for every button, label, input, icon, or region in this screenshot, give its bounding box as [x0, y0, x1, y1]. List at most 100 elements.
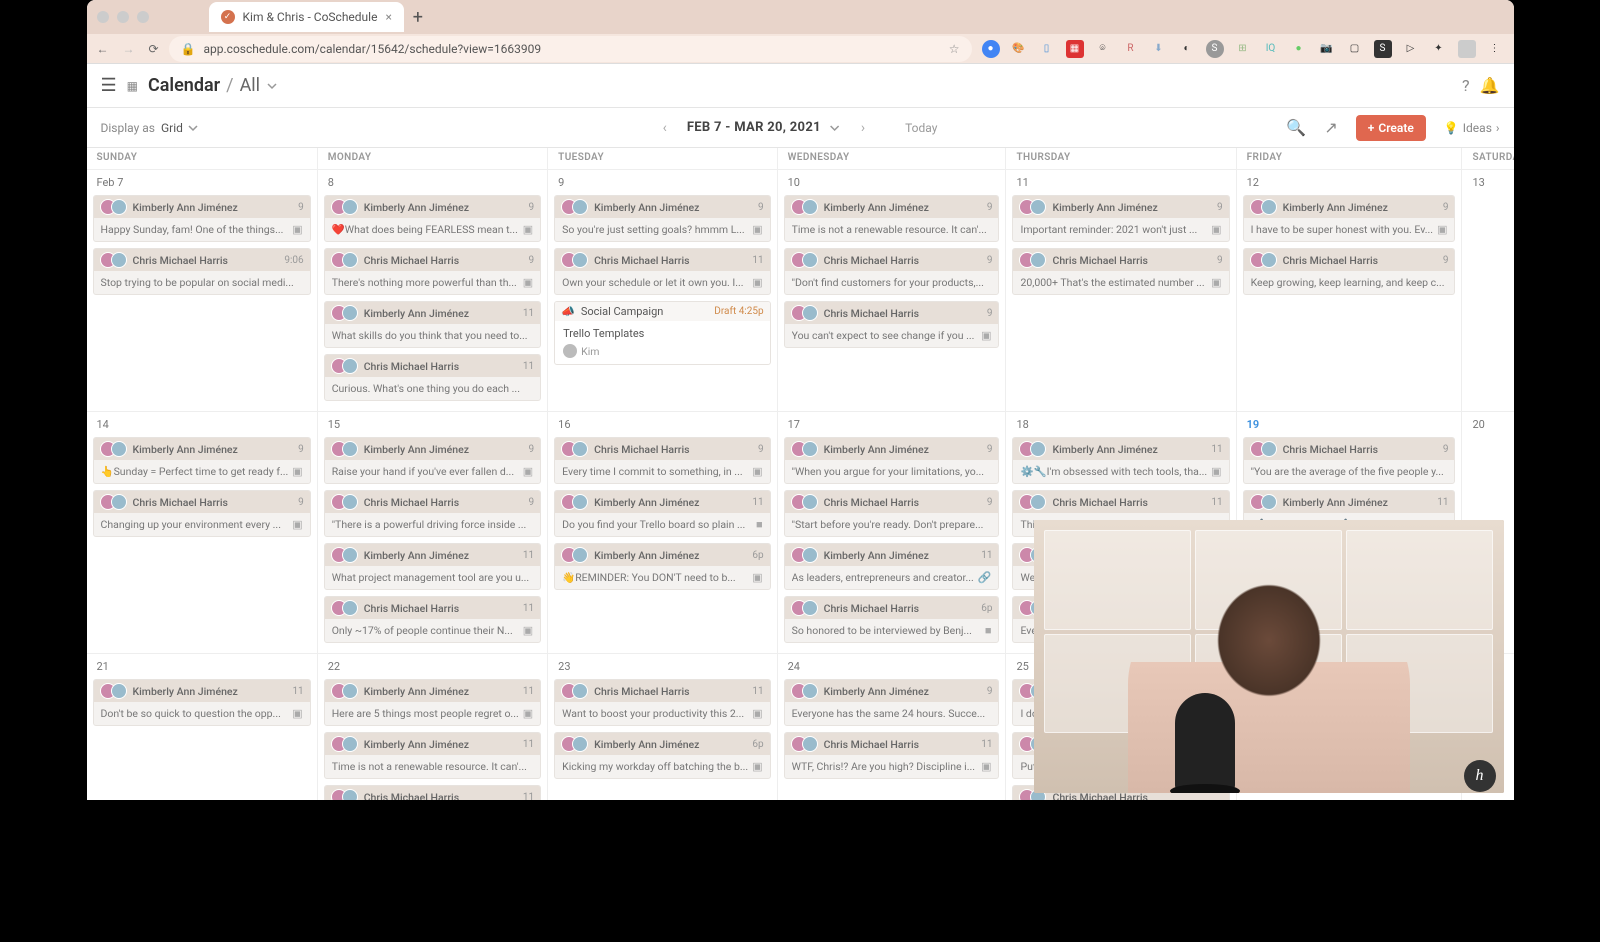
- day-cell[interactable]: 21Kimberly Ann Jiménez11Don't be so quic…: [87, 654, 318, 800]
- event-card[interactable]: Kimberly Ann Jiménez9Time is not a renew…: [784, 195, 1000, 242]
- day-cell[interactable]: 9Kimberly Ann Jiménez9So you're just set…: [548, 170, 777, 412]
- ext-icon[interactable]: 📷: [1318, 40, 1336, 58]
- event-card[interactable]: Chris Michael Harris11Want to boost your…: [554, 679, 770, 726]
- event-card[interactable]: Chris Michael Harris9Keep growing, keep …: [1243, 248, 1456, 295]
- ext-icon[interactable]: ▦: [1066, 40, 1084, 58]
- day-cell[interactable]: Feb 7Kimberly Ann Jiménez9Happy Sunday, …: [87, 170, 318, 412]
- address-bar[interactable]: 🔒 app.coschedule.com/calendar/15642/sche…: [169, 36, 972, 62]
- bell-icon[interactable]: 🔔: [1480, 76, 1500, 95]
- event-card[interactable]: Kimberly Ann Jiménez11As leaders, entrep…: [784, 543, 1000, 590]
- browser-tab[interactable]: ✓ Kim & Chris - CoSchedule ×: [209, 2, 404, 32]
- event-card[interactable]: Chris Michael Harris9Changing up your en…: [93, 490, 311, 537]
- event-card[interactable]: Chris Michael Harris9You can't expect to…: [784, 301, 1000, 348]
- event-card[interactable]: Chris Michael Harris9"Start before you'r…: [784, 490, 1000, 537]
- event-card[interactable]: Chris Michael Harris9"There is a powerfu…: [324, 490, 541, 537]
- ext-icon[interactable]: ⊞: [1234, 40, 1252, 58]
- event-card[interactable]: Kimberly Ann Jiménez9Happy Sunday, fam! …: [93, 195, 311, 242]
- today-button[interactable]: Today: [905, 121, 937, 135]
- day-cell[interactable]: 8Kimberly Ann Jiménez9❤️What does being …: [318, 170, 548, 412]
- event-card[interactable]: Chris Michael Harris9:06Stop trying to b…: [93, 248, 311, 295]
- ext-icon[interactable]: ⌾: [1094, 40, 1112, 58]
- chevron-down-icon[interactable]: [187, 122, 199, 134]
- zoom-dot[interactable]: [137, 11, 149, 23]
- back-icon[interactable]: ←: [97, 42, 109, 56]
- display-value[interactable]: Grid: [161, 121, 183, 135]
- chevron-down-icon[interactable]: [266, 80, 278, 92]
- chevron-down-icon[interactable]: [829, 122, 841, 134]
- event-card[interactable]: Chris Michael Harris9"Don't find custome…: [784, 248, 1000, 295]
- ext-icon[interactable]: IQ: [1262, 40, 1280, 58]
- ideas-button[interactable]: 💡 Ideas ›: [1444, 121, 1500, 135]
- day-cell[interactable]: 10Kimberly Ann Jiménez9Time is not a ren…: [778, 170, 1007, 412]
- ext-icon[interactable]: ▷: [1402, 40, 1420, 58]
- day-cell[interactable]: 17Kimberly Ann Jiménez9"When you argue f…: [778, 412, 1007, 654]
- create-button[interactable]: + Create: [1356, 115, 1426, 141]
- ext-icon[interactable]: ●: [1290, 40, 1308, 58]
- day-cell[interactable]: 22Kimberly Ann Jiménez11Here are 5 thing…: [318, 654, 548, 800]
- minimize-dot[interactable]: [117, 11, 129, 23]
- video-overlay[interactable]: [1034, 520, 1504, 793]
- search-icon[interactable]: 🔍: [1286, 118, 1306, 137]
- event-card[interactable]: Chris Michael Harris920,000+ That's the …: [1012, 248, 1229, 295]
- event-card[interactable]: Chris Michael Harris6pSo honored to be i…: [784, 596, 1000, 643]
- event-card[interactable]: Kimberly Ann Jiménez9"When you argue for…: [784, 437, 1000, 484]
- event-card[interactable]: Chris Michael Harris11What are the thing…: [324, 785, 541, 800]
- next-range-icon[interactable]: ›: [861, 120, 865, 136]
- close-dot[interactable]: [97, 11, 109, 23]
- event-card[interactable]: Chris Michael Harris9"You are the averag…: [1243, 437, 1456, 484]
- menu-icon[interactable]: ⋮: [1486, 40, 1504, 58]
- event-card[interactable]: Kimberly Ann Jiménez9👆Sunday = Perfect t…: [93, 437, 311, 484]
- event-card[interactable]: Kimberly Ann Jiménez6p👋REMINDER: You DON…: [554, 543, 770, 590]
- event-card[interactable]: Kimberly Ann Jiménez11Time is not a rene…: [324, 732, 541, 779]
- event-card[interactable]: Chris Michael Harris11Own your schedule …: [554, 248, 770, 295]
- star-icon[interactable]: ☆: [949, 42, 960, 56]
- ext-icon[interactable]: ⬇: [1150, 40, 1168, 58]
- event-card[interactable]: Chris Michael Harris11Only ~17% of peopl…: [324, 596, 541, 643]
- campaign-card[interactable]: 📣Social CampaignDraft 4:25pTrello Templa…: [554, 301, 770, 365]
- help-icon[interactable]: ?: [1462, 76, 1470, 95]
- ext-icon[interactable]: R: [1122, 40, 1140, 58]
- day-cell[interactable]: 16Chris Michael Harris9Every time I comm…: [548, 412, 777, 654]
- event-card[interactable]: Kimberly Ann Jiménez11What skills do you…: [324, 301, 541, 348]
- event-card[interactable]: Chris Michael Harris9Every time I commit…: [554, 437, 770, 484]
- day-cell[interactable]: 24Kimberly Ann Jiménez9Everyone has the …: [778, 654, 1007, 800]
- event-card[interactable]: Kimberly Ann Jiménez11What project manag…: [324, 543, 541, 590]
- ext-icon[interactable]: ◐: [1178, 40, 1196, 58]
- event-card[interactable]: Kimberly Ann Jiménez11⚙️🔧I'm obsessed wi…: [1012, 437, 1229, 484]
- hamburger-icon[interactable]: ☰: [101, 75, 117, 96]
- event-card[interactable]: Kimberly Ann Jiménez9So you're just sett…: [554, 195, 770, 242]
- event-card[interactable]: Chris Michael Harris9There's nothing mor…: [324, 248, 541, 295]
- ext-icon[interactable]: ●: [982, 40, 1000, 58]
- day-cell[interactable]: 14Kimberly Ann Jiménez9👆Sunday = Perfect…: [87, 412, 318, 654]
- event-card[interactable]: Kimberly Ann Jiménez9Important reminder:…: [1012, 195, 1229, 242]
- tab-close-icon[interactable]: ×: [385, 10, 391, 24]
- forward-icon[interactable]: →: [123, 42, 135, 56]
- event-card[interactable]: Kimberly Ann Jiménez9❤️What does being F…: [324, 195, 541, 242]
- ext-icon[interactable]: ▢: [1346, 40, 1364, 58]
- day-cell[interactable]: 13: [1462, 170, 1513, 412]
- breadcrumb-main[interactable]: Calendar: [148, 75, 220, 96]
- breadcrumb-filter[interactable]: All: [240, 75, 261, 96]
- new-tab-button[interactable]: +: [404, 7, 432, 28]
- reload-icon[interactable]: ⟳: [149, 42, 159, 56]
- event-card[interactable]: Kimberly Ann Jiménez6pKicking my workday…: [554, 732, 770, 779]
- profile-avatar[interactable]: [1458, 40, 1476, 58]
- ext-icon[interactable]: 🎨: [1010, 40, 1028, 58]
- event-card[interactable]: Kimberly Ann Jiménez9Everyone has the sa…: [784, 679, 1000, 726]
- ext-icon[interactable]: S: [1206, 40, 1224, 58]
- date-range[interactable]: FEB 7 - MAR 20, 2021: [687, 120, 821, 135]
- ext-icon[interactable]: S: [1374, 40, 1392, 58]
- event-card[interactable]: Kimberly Ann Jiménez11Do you find your T…: [554, 490, 770, 537]
- event-card[interactable]: Kimberly Ann Jiménez9I have to be super …: [1243, 195, 1456, 242]
- day-cell[interactable]: 11Kimberly Ann Jiménez9Important reminde…: [1006, 170, 1236, 412]
- event-card[interactable]: Kimberly Ann Jiménez9Raise your hand if …: [324, 437, 541, 484]
- event-card[interactable]: Chris Michael Harris11Curious. What's on…: [324, 354, 541, 401]
- prev-range-icon[interactable]: ‹: [663, 120, 667, 136]
- extensions-icon[interactable]: ✦: [1430, 40, 1448, 58]
- day-cell[interactable]: 15Kimberly Ann Jiménez9Raise your hand i…: [318, 412, 548, 654]
- event-card[interactable]: Kimberly Ann Jiménez11Here are 5 things …: [324, 679, 541, 726]
- day-cell[interactable]: 23Chris Michael Harris11Want to boost yo…: [548, 654, 777, 800]
- share-icon[interactable]: ↗: [1324, 118, 1337, 137]
- ext-icon[interactable]: ▯: [1038, 40, 1056, 58]
- event-card[interactable]: Kimberly Ann Jiménez11Don't be so quick …: [93, 679, 311, 726]
